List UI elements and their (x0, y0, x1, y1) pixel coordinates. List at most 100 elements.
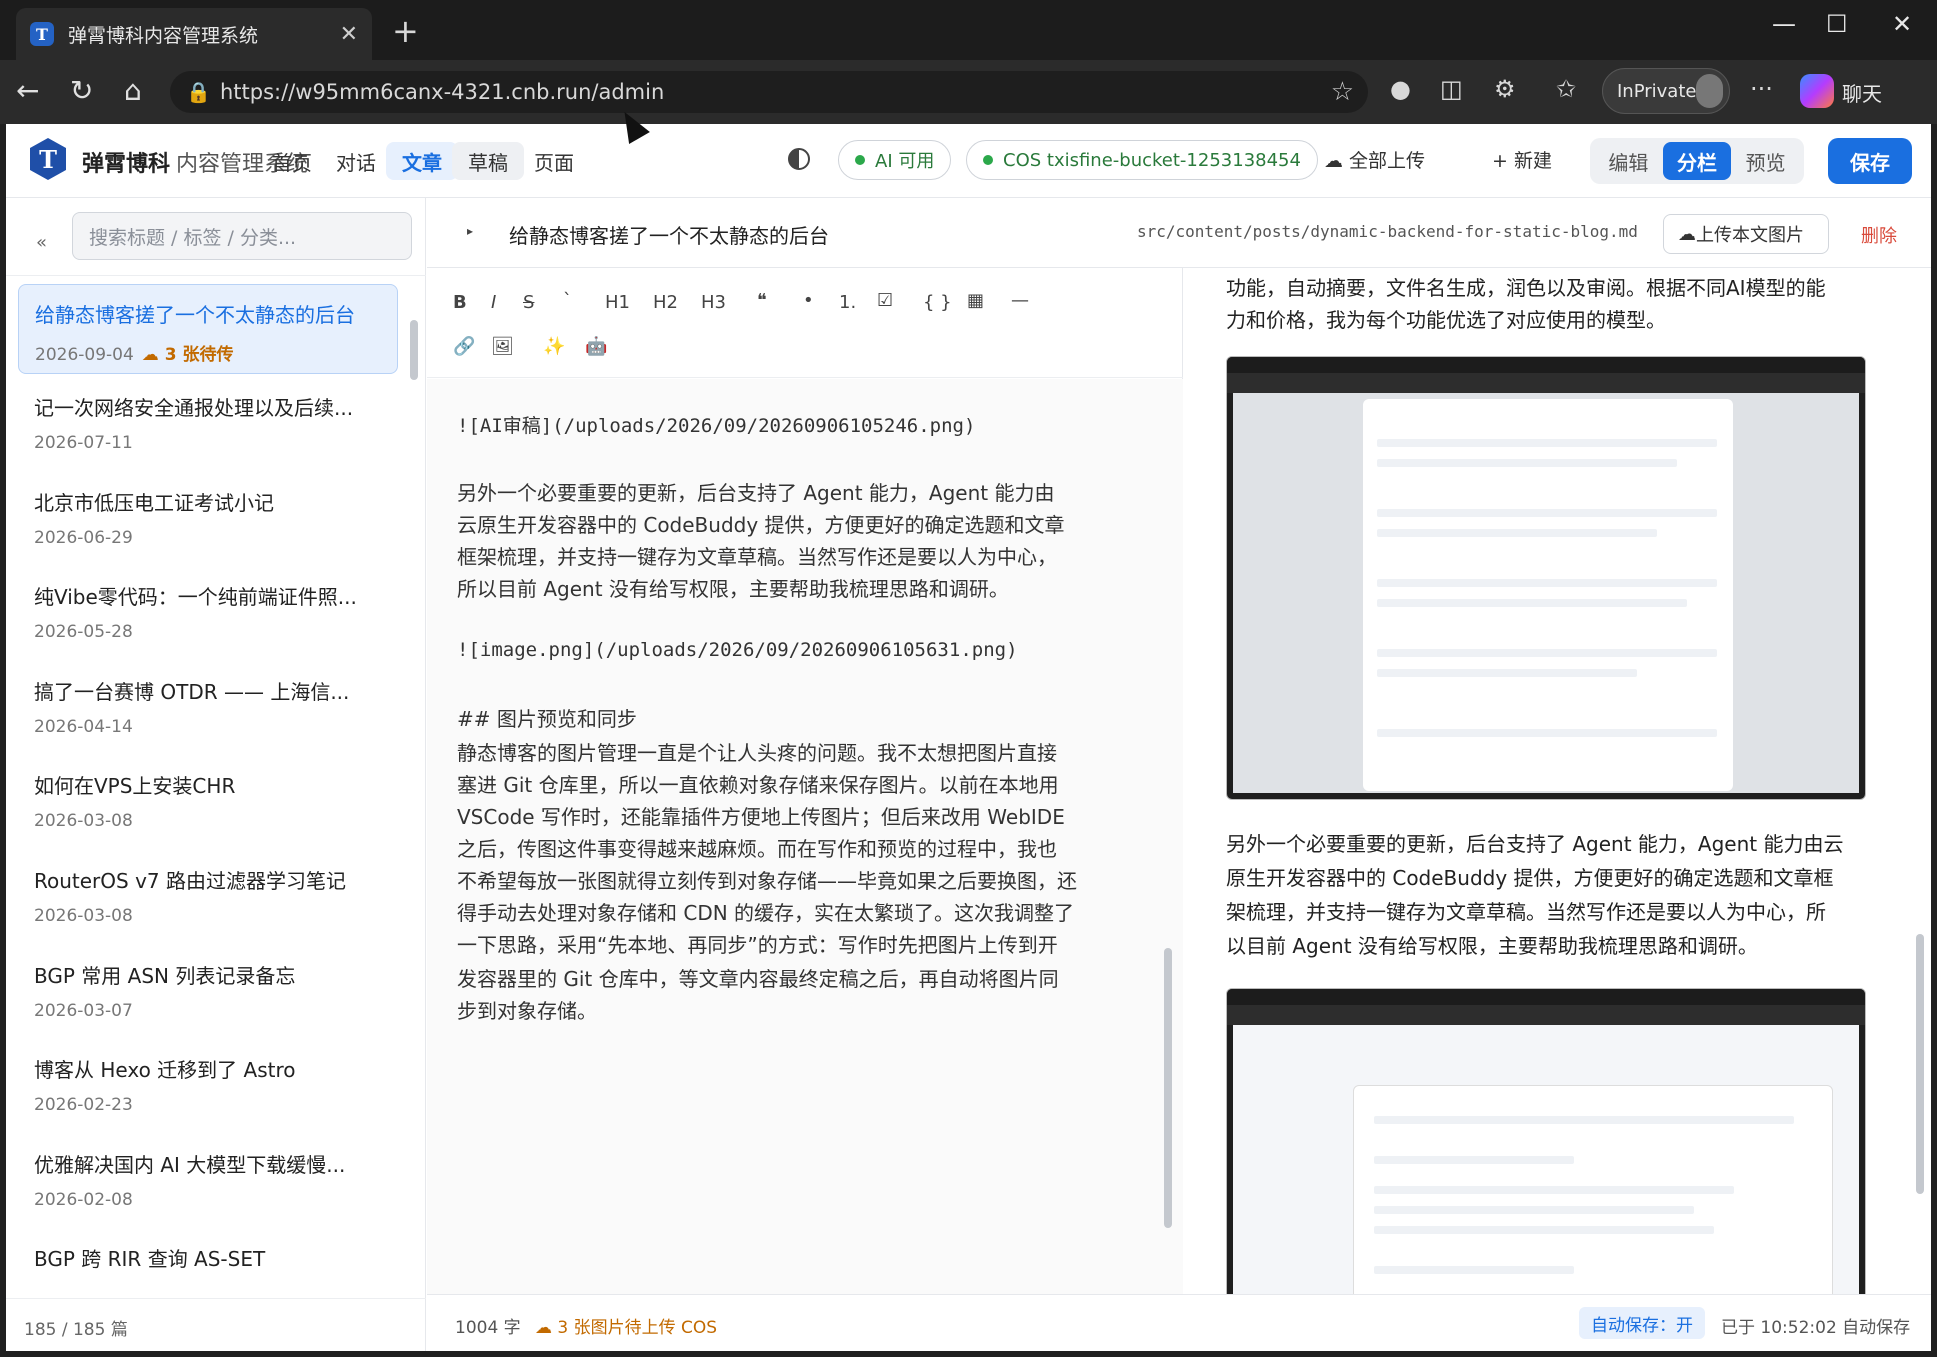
inprivate-badge[interactable]: InPrivate (1602, 68, 1730, 114)
preview-text: 功能，自动摘要，文件名生成，润色以及审阅。根据不同AI模型的能 (1226, 276, 1826, 300)
new-post-button[interactable]: + 新建 (1492, 146, 1552, 173)
inline-code-button[interactable]: ` (563, 290, 572, 311)
h1-button[interactable]: H1 (605, 292, 630, 313)
tab-title: 弹霄博科内容管理系统 (68, 24, 259, 47)
list-item[interactable]: 北京市低压电工证考试小记 2026-06-29 (18, 473, 398, 568)
back-icon[interactable]: ← (16, 74, 39, 107)
save-button[interactable]: 保存 (1828, 138, 1912, 184)
list-item[interactable]: RouterOS v7 路由过滤器学习笔记 2026-03-08 (18, 851, 398, 946)
ordered-list-button[interactable]: 1. (839, 292, 856, 313)
extension-green-icon[interactable]: ● (1390, 75, 1411, 103)
nav-posts[interactable]: 文章 (386, 142, 458, 180)
editor-line: 得手动去处理对象存储和 CDN 的缓存，实在太繁琐了。这次我调整了 (457, 901, 1075, 925)
theme-toggle-icon[interactable] (788, 148, 810, 170)
preview-image-agent (1226, 988, 1866, 1294)
code-block-button[interactable]: { } (923, 292, 952, 313)
sidebar-scrollbar[interactable] (410, 320, 418, 380)
home-icon[interactable]: ⌂ (124, 74, 142, 107)
new-tab-icon[interactable]: + (392, 12, 419, 50)
italic-button[interactable]: I (491, 292, 496, 313)
list-item[interactable]: 搞了一台赛博 OTDR —— 上海信... 2026-04-14 (18, 662, 398, 757)
list-item[interactable]: BGP 跨 RIR 查询 AS-SET2026-02-08 (18, 1229, 398, 1284)
minimize-icon[interactable]: — (1772, 10, 1796, 38)
list-item[interactable]: 如何在VPS上安装CHR 2026-03-08 (18, 756, 398, 851)
more-menu-icon[interactable]: ··· (1750, 75, 1773, 103)
hr-button[interactable]: — (1011, 290, 1029, 311)
expand-meta-icon[interactable]: ▸ (467, 224, 473, 238)
strike-button[interactable]: S (523, 292, 534, 313)
h2-button[interactable]: H2 (653, 292, 678, 313)
format-toolbar: B I S ` H1 H2 H3 ❝ • 1. ☑ { } ▦ — 🔗 🖼 ✨ … (427, 268, 1183, 378)
post-count: 185 / 185 篇 (24, 1320, 128, 1340)
nav-drafts[interactable]: 草稿 (452, 142, 524, 180)
mode-preview[interactable]: 预览 (1731, 142, 1800, 180)
favorites-icon[interactable]: ✩ (1556, 75, 1576, 103)
url-bar[interactable]: 🔒 https://w95mm6canx-4321.cnb.run/admin … (170, 71, 1368, 113)
editor-line: ![AI审稿](/uploads/2026/09/20260906105246.… (457, 415, 976, 437)
autosave-time: 已于 10:52:02 自动保存 (1721, 1318, 1911, 1338)
collapse-sidebar-icon[interactable]: « (36, 232, 47, 253)
tab-close-icon[interactable]: ✕ (340, 22, 358, 47)
search-input[interactable]: 搜索标题 / 标签 / 分类... (72, 212, 412, 260)
mode-edit[interactable]: 编辑 (1594, 142, 1663, 180)
profile-avatar (1696, 74, 1723, 108)
list-item[interactable]: 纯Vibe零代码：一个纯前端证件照... 2026-05-28 (18, 567, 398, 662)
sparkle-icon[interactable]: ✨ (543, 336, 565, 357)
editor-line: 不希望每放一张图就得立刻传到对象存储——毕竟如果之后要换图，还 (457, 869, 1077, 893)
extension-glasses-icon[interactable]: ◫ (1440, 75, 1463, 103)
chat-label[interactable]: 聊天 (1842, 78, 1882, 107)
autosave-toggle[interactable]: 自动保存：开 (1579, 1307, 1705, 1339)
nav-home[interactable]: 首页 (256, 142, 328, 180)
preview-scrollbar[interactable] (1916, 934, 1924, 1194)
ai-status-pill: AI 可用 (838, 140, 952, 180)
h3-button[interactable]: H3 (701, 292, 726, 313)
nav-chat[interactable]: 对话 (320, 142, 392, 180)
post-title: BGP 跨 RIR 查询 AS-SET (34, 1247, 266, 1272)
list-item[interactable]: BGP 常用 ASN 列表记录备忘 2026-03-07 (18, 946, 398, 1041)
bold-button[interactable]: B (453, 292, 467, 313)
editor-line: 另外一个必要重要的更新，后台支持了 Agent 能力，Agent 能力由 (457, 481, 1055, 505)
list-item[interactable]: 记一次网络安全通报处理以及后续... 2026-07-11 (18, 378, 398, 473)
inprivate-label: InPrivate (1617, 80, 1697, 102)
mode-split[interactable]: 分栏 (1662, 142, 1732, 180)
file-path: src/content/posts/dynamic-backend-for-st… (1137, 222, 1638, 241)
copilot-icon[interactable] (1800, 74, 1834, 108)
preview-text: 以目前 Agent 没有给写权限，主要帮助我梳理思路和调研。 (1226, 934, 1758, 958)
task-list-button[interactable]: ☑ (877, 290, 893, 311)
list-item[interactable]: 给静态博客搓了一个不太静态的后台 2026-09-04 ☁ 3 张待传 (18, 284, 398, 374)
editor-textarea[interactable]: ![AI审稿](/uploads/2026/09/20260906105246.… (427, 379, 1183, 1294)
editor-scrollbar[interactable] (1164, 948, 1172, 1228)
list-item[interactable]: 优雅解决国内 AI 大模型下载缓慢... 2026-02-08 (18, 1135, 398, 1230)
extensions-puzzle-icon[interactable]: ⚙ (1494, 75, 1516, 103)
status-dot (983, 155, 993, 165)
quote-button[interactable]: ❝ (757, 290, 767, 311)
favorite-star-icon[interactable]: ☆ (1331, 77, 1354, 107)
post-title: BGP 常用 ASN 列表记录备忘 (34, 963, 296, 988)
post-date: 2026-06-29 (34, 527, 133, 548)
image-icon[interactable]: 🖼 (491, 336, 514, 357)
upload-images-button[interactable]: ☁ 上传本文图片 (1663, 214, 1829, 254)
link-icon[interactable]: 🔗 (453, 336, 475, 357)
browser-tabbar: T 弹霄博科内容管理系统 ✕ + — ☐ ✕ (0, 0, 1937, 60)
cms-app: T 弹霄博科 内容管理系统 首页 对话 文章 草稿 页面 AI 可用 COS tx… (6, 124, 1931, 1351)
delete-button[interactable]: 删除 (1861, 222, 1897, 248)
browser-tab[interactable]: T 弹霄博科内容管理系统 ✕ (16, 8, 372, 60)
list-item[interactable]: 博客从 Hexo 迁移到了 Astro 2026-02-23 (18, 1040, 398, 1135)
sidebar-footer: 185 / 185 篇 (6, 1298, 426, 1351)
upload-all-button[interactable]: ☁ 全部上传 (1324, 146, 1425, 173)
post-list: 给静态博客搓了一个不太静态的后台 2026-09-04 ☁ 3 张待传 记一次网络… (18, 284, 398, 1284)
table-button[interactable]: ▦ (967, 290, 984, 311)
editor-line: VSCode 写作时，还能靠插件方便地上传图片；但后来改用 WebIDE (457, 805, 1065, 829)
word-count: 1004 字 (455, 1318, 521, 1338)
nav-pages[interactable]: 页面 (518, 142, 590, 180)
post-title: 给静态博客搓了一个不太静态的后台 (35, 303, 355, 327)
maximize-icon[interactable]: ☐ (1826, 10, 1848, 38)
emoji-icon[interactable]: 🤖 (585, 336, 607, 357)
markdown-editor: B I S ` H1 H2 H3 ❝ • 1. ☑ { } ▦ — 🔗 🖼 ✨ … (427, 268, 1183, 1294)
cos-status-pill: COS txisfine-bucket-1253138454 (966, 140, 1318, 180)
editor-line: 步到对象存储。 (457, 999, 597, 1023)
close-window-icon[interactable]: ✕ (1892, 10, 1912, 38)
post-title-field[interactable]: 给静态博客搓了一个不太静态的后台 (509, 220, 829, 249)
bullet-list-button[interactable]: • (803, 290, 814, 311)
refresh-icon[interactable]: ↻ (70, 74, 93, 107)
